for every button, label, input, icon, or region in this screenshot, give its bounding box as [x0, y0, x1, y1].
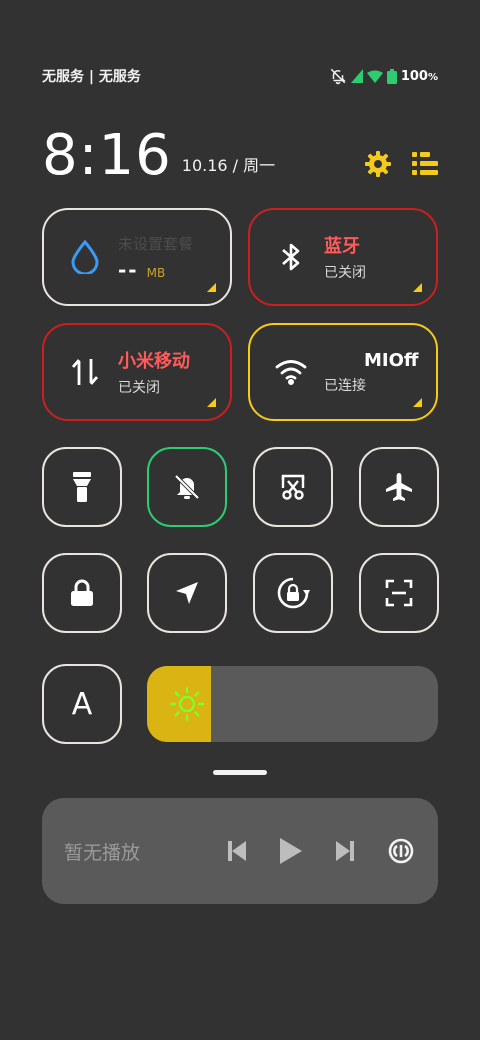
- sun-icon: [169, 686, 205, 726]
- status-icons: 100%: [329, 67, 438, 85]
- bluetooth-icon: [274, 240, 308, 274]
- location-arrow-icon: [174, 580, 200, 606]
- data-plan-label: 未设置套餐: [118, 234, 194, 253]
- tile-corner-mark: [207, 398, 216, 407]
- battery-icon: [386, 68, 397, 84]
- bluetooth-status: 已关闭: [324, 265, 366, 281]
- bell-off-icon: [172, 472, 202, 502]
- wifi-icon: [274, 355, 308, 389]
- panel-drag-handle[interactable]: [213, 770, 267, 775]
- settings-icon[interactable]: [364, 150, 392, 178]
- mute-button[interactable]: [147, 447, 227, 527]
- media-status-label: 暂无播放: [64, 841, 141, 864]
- rotation-lock-icon: [276, 576, 310, 610]
- location-button[interactable]: [147, 553, 227, 633]
- wifi-status: 已连接: [324, 377, 366, 394]
- auto-brightness-button[interactable]: A: [42, 664, 122, 744]
- media-player-card[interactable]: 暂无播放: [42, 798, 438, 904]
- date: 10.16 / 周一: [181, 156, 276, 175]
- data-usage-value: -- MB: [118, 257, 166, 282]
- wifi-tile[interactable]: MIOff 已连接: [248, 323, 438, 421]
- wifi-network-name: MIOff: [364, 349, 419, 371]
- battery-percent: 100%: [400, 68, 438, 84]
- tile-corner-mark: [413, 283, 422, 292]
- scan-button[interactable]: [359, 553, 439, 633]
- water-drop-icon: [68, 240, 102, 274]
- rotation-lock-button[interactable]: [253, 553, 333, 633]
- audio-output-icon[interactable]: [388, 838, 414, 864]
- tile-corner-mark: [413, 398, 422, 407]
- lock-icon: [69, 579, 95, 607]
- airplane-icon: [384, 472, 414, 502]
- next-icon[interactable]: [336, 840, 354, 862]
- lock-button[interactable]: [42, 553, 122, 633]
- clock-row: 8:16 10.16 / 周一: [42, 120, 438, 184]
- screenshot-button[interactable]: [253, 447, 333, 527]
- mobile-data-tile[interactable]: 小米移动 已关闭: [42, 323, 232, 421]
- letter-a-icon: A: [71, 686, 93, 722]
- carrier-label: 无服务 | 无服务: [42, 69, 141, 85]
- mobile-data-status: 已关闭: [118, 380, 160, 396]
- data-usage-tile[interactable]: 未设置套餐 -- MB: [42, 208, 232, 306]
- bluetooth-tile[interactable]: 蓝牙 已关闭: [248, 208, 438, 306]
- signal-icon: [350, 69, 363, 83]
- brightness-slider[interactable]: [147, 666, 438, 742]
- mobile-data-icon: [68, 355, 102, 389]
- mobile-data-title: 小米移动: [118, 351, 190, 372]
- bluetooth-title: 蓝牙: [324, 236, 360, 257]
- scissors-icon: [278, 472, 308, 502]
- previous-icon[interactable]: [228, 840, 246, 862]
- play-icon[interactable]: [280, 838, 302, 864]
- clock: 8:16: [42, 123, 172, 188]
- flashlight-icon: [70, 472, 94, 502]
- tile-corner-mark: [207, 283, 216, 292]
- flashlight-button[interactable]: [42, 447, 122, 527]
- scan-icon: [384, 578, 414, 608]
- airplane-button[interactable]: [359, 447, 439, 527]
- wifi-status-icon: [366, 70, 383, 83]
- bell-off-icon: [329, 67, 347, 85]
- status-bar: 无服务 | 无服务 100%: [42, 64, 438, 88]
- edit-list-icon[interactable]: [412, 151, 438, 177]
